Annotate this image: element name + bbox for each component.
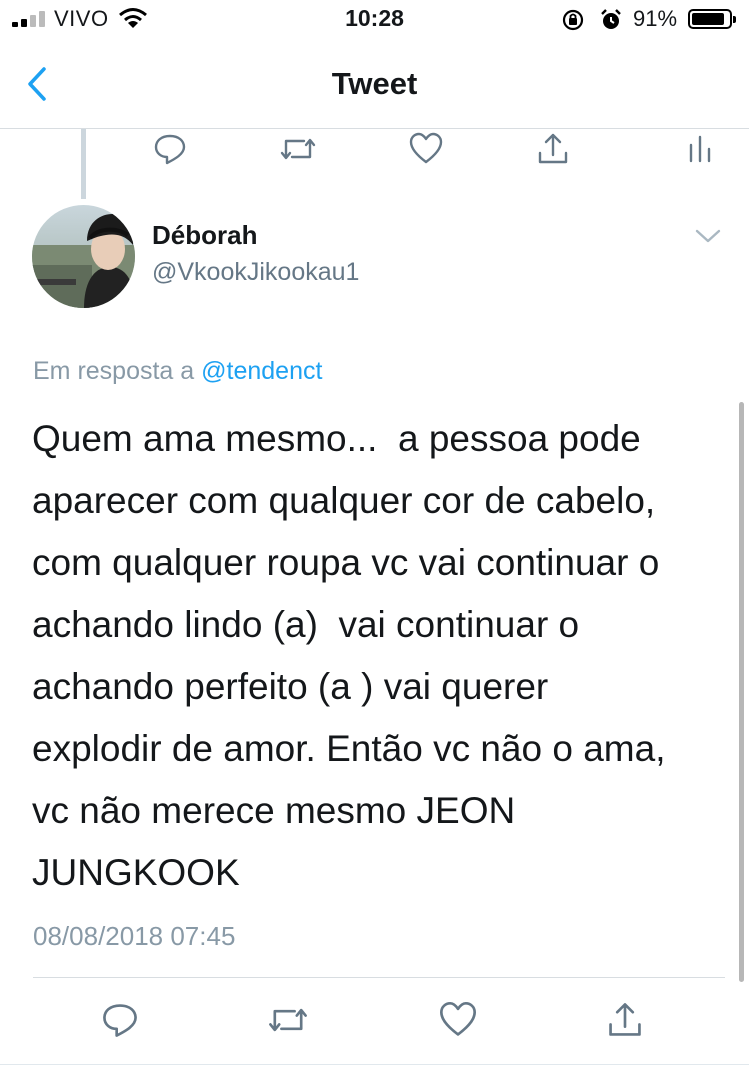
battery-percent: 91% — [633, 6, 678, 31]
share-icon[interactable] — [535, 129, 571, 169]
divider — [33, 977, 725, 978]
tweet-text: Quem ama mesmo... a pessoa pode aparecer… — [32, 408, 732, 904]
tweet-text-line: Quem ama mesmo... a pessoa pode — [32, 418, 641, 459]
nav-bar: Tweet — [0, 40, 749, 129]
tweet-text-line: com qualquer roupa vc vai continuar o — [32, 542, 660, 583]
page-title: Tweet — [331, 66, 418, 101]
divider — [0, 1064, 749, 1065]
tweet-text-line: aparecer com qualquer cor de cabelo, — [32, 480, 656, 521]
battery-icon — [688, 9, 736, 29]
tweet-timestamp: 08/08/2018 07:45 — [33, 921, 236, 951]
reply-icon[interactable] — [100, 1000, 140, 1040]
analytics-icon[interactable] — [686, 129, 714, 169]
tweet-text-line: vc não merece mesmo JEON — [32, 790, 516, 831]
like-icon[interactable] — [438, 1000, 478, 1040]
scrollbar[interactable] — [739, 402, 744, 982]
rotation-lock-icon — [562, 9, 584, 31]
reply-to-link[interactable]: @tendenct — [201, 357, 322, 385]
tweet-text-line: achando perfeito (a ) vai querer — [32, 666, 549, 707]
alarm-icon — [601, 9, 621, 29]
reply-prefix: Em resposta a — [33, 357, 195, 385]
status-bar: VIVO 10:28 91% — [0, 0, 749, 40]
avatar[interactable] — [32, 205, 135, 308]
tweet-text-line: JUNGKOOK — [32, 852, 240, 893]
reply-icon[interactable] — [152, 129, 188, 169]
reply-context: Em resposta a @tendenct — [33, 357, 322, 386]
thread-connector — [81, 129, 86, 199]
author-name[interactable]: Déborah — [152, 220, 257, 251]
tweet-text-line: achando lindo (a) vai continuar o — [32, 604, 580, 645]
author-handle[interactable]: @VkookJikookau1 — [152, 258, 359, 287]
like-icon[interactable] — [408, 129, 444, 169]
chevron-down-icon[interactable] — [693, 226, 723, 246]
retweet-icon[interactable] — [266, 1000, 310, 1040]
retweet-icon[interactable] — [278, 129, 318, 169]
tweet-text-line: explodir de amor. Então vc não o ama, — [32, 728, 666, 769]
share-icon[interactable] — [605, 1000, 645, 1040]
